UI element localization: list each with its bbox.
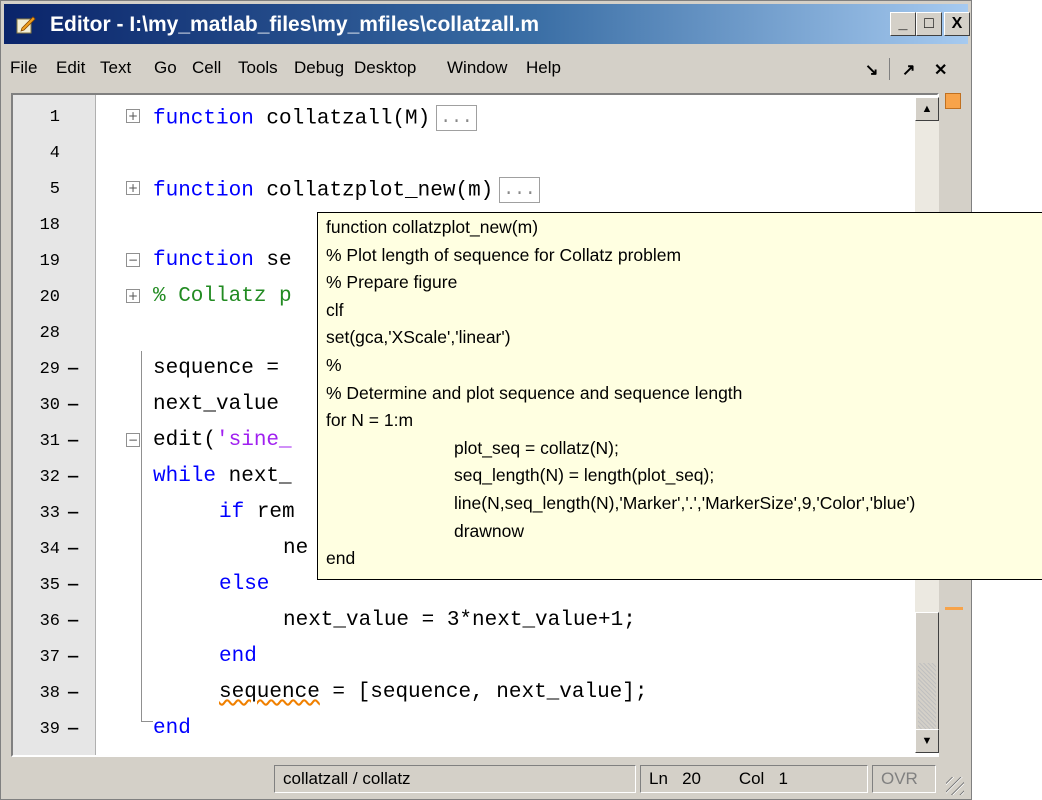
code-line-36[interactable]: next_value = 3*next_value+1; bbox=[283, 609, 636, 632]
breakpoint-marker[interactable]: — bbox=[68, 468, 78, 487]
tooltip-line: drawnow bbox=[454, 520, 525, 541]
status-bar: collatzall / collatz Ln 20 Col 1 OVR bbox=[4, 763, 968, 797]
fold-expand-icon[interactable]: + bbox=[126, 109, 140, 123]
line-number: 20 bbox=[39, 288, 60, 307]
window-title: Editor - I:\my_matlab_files\my_mfiles\co… bbox=[50, 13, 539, 36]
minimize-button[interactable]: _ bbox=[890, 12, 916, 36]
code-line-33[interactable]: if rem bbox=[219, 501, 295, 524]
fold-guide-end bbox=[141, 721, 153, 722]
fold-collapse-icon[interactable]: − bbox=[126, 253, 140, 267]
code-line-20[interactable]: % Collatz p bbox=[153, 285, 292, 308]
scroll-up-icon[interactable]: ▲ bbox=[915, 97, 939, 121]
mlint-underline: sequence bbox=[219, 681, 320, 704]
status-cursor-position: Ln 20 Col 1 bbox=[640, 765, 868, 793]
maximize-button[interactable]: □ bbox=[916, 12, 942, 36]
code-line-35[interactable]: else bbox=[219, 573, 269, 596]
code-line-31[interactable]: edit('sine_ bbox=[153, 429, 292, 452]
line-number: 35 bbox=[39, 576, 60, 595]
breakpoint-marker[interactable]: — bbox=[68, 684, 78, 703]
tooltip-line: line(N,seq_length(N),'Marker','.','Marke… bbox=[454, 493, 916, 513]
tooltip-line: seq_length(N) = length(plot_seq); bbox=[454, 465, 715, 486]
breakpoint-marker[interactable]: — bbox=[68, 720, 78, 739]
tooltip-line: plot_seq = collatz(N); bbox=[454, 437, 619, 458]
breakpoint-marker[interactable]: — bbox=[68, 576, 78, 595]
menu-tools[interactable]: Tools bbox=[238, 58, 278, 78]
line-number: 31 bbox=[39, 432, 60, 451]
code-line-5[interactable]: function collatzplot_new(m)... bbox=[153, 177, 540, 203]
breakpoint-marker[interactable]: — bbox=[68, 540, 78, 559]
close-document-icon[interactable]: ✕ bbox=[934, 60, 947, 80]
line-number: 29 bbox=[39, 360, 60, 379]
breakpoint-marker[interactable]: — bbox=[68, 360, 78, 379]
menu-cell[interactable]: Cell bbox=[192, 58, 221, 78]
code-line-39[interactable]: end bbox=[153, 717, 191, 740]
code-line-38[interactable]: sequence = [sequence, next_value]; bbox=[219, 681, 647, 704]
menu-help[interactable]: Help bbox=[526, 58, 561, 78]
line-number: 39 bbox=[39, 720, 60, 739]
line-number: 36 bbox=[39, 612, 60, 631]
menu-separator bbox=[889, 58, 890, 80]
line-number: 33 bbox=[39, 504, 60, 523]
menu-desktop[interactable]: Desktop bbox=[354, 58, 416, 78]
tooltip-line: % bbox=[326, 355, 342, 375]
status-context: collatzall / collatz bbox=[274, 765, 636, 793]
line-number: 28 bbox=[39, 324, 60, 343]
fold-expand-icon[interactable]: + bbox=[126, 289, 140, 303]
code-line-37[interactable]: end bbox=[219, 645, 257, 668]
resize-grip-icon[interactable] bbox=[946, 777, 964, 795]
mlint-status-indicator[interactable] bbox=[945, 93, 961, 109]
fold-guide bbox=[141, 351, 142, 721]
close-button[interactable]: X bbox=[944, 12, 970, 36]
mlint-warning-marker[interactable] bbox=[945, 607, 963, 610]
breakpoint-marker[interactable]: — bbox=[68, 396, 78, 415]
breakpoint-marker[interactable]: — bbox=[68, 612, 78, 631]
menu-bar: File Edit Text Go Cell Tools Debug Deskt… bbox=[4, 46, 968, 90]
breakpoint-marker[interactable]: — bbox=[68, 648, 78, 667]
line-number: 34 bbox=[39, 540, 60, 559]
folded-code-ellipsis[interactable]: ... bbox=[499, 177, 540, 203]
tooltip-line: function collatzplot_new(m) bbox=[326, 217, 539, 237]
tooltip-line: % Determine and plot sequence and sequen… bbox=[326, 382, 743, 403]
menu-go[interactable]: Go bbox=[154, 58, 177, 78]
line-number: 19 bbox=[39, 252, 60, 271]
code-line-32[interactable]: while next_ bbox=[153, 465, 292, 488]
breakpoint-marker[interactable]: — bbox=[68, 432, 78, 451]
menu-edit[interactable]: Edit bbox=[56, 58, 85, 78]
status-ovr: OVR bbox=[872, 765, 936, 793]
tooltip-line: end bbox=[326, 548, 356, 569]
menu-text[interactable]: Text bbox=[100, 58, 131, 78]
breakpoint-marker[interactable]: — bbox=[68, 504, 78, 523]
tooltip-line: set(gca,'XScale','linear') bbox=[326, 327, 511, 348]
function-preview-tooltip: function collatzplot_new(m) % Plot length… bbox=[317, 212, 1042, 580]
code-line-30[interactable]: next_value bbox=[153, 393, 292, 416]
fold-expand-icon[interactable]: + bbox=[126, 181, 140, 195]
line-number: 4 bbox=[49, 144, 60, 163]
line-number: 5 bbox=[49, 180, 60, 199]
editor-app-icon bbox=[16, 16, 36, 34]
tooltip-line: for N = 1:m bbox=[326, 410, 414, 431]
tooltip-line: % Plot length of sequence for Collatz pr… bbox=[326, 244, 682, 265]
menu-debug[interactable]: Debug bbox=[294, 58, 344, 78]
undock-icon[interactable]: ↗ bbox=[902, 60, 915, 80]
line-number: 1 bbox=[49, 108, 60, 127]
code-line-29[interactable]: sequence = bbox=[153, 357, 292, 380]
menu-file[interactable]: File bbox=[10, 58, 37, 78]
scroll-down-icon[interactable]: ▼ bbox=[915, 729, 939, 753]
line-number: 37 bbox=[39, 648, 60, 667]
fold-collapse-icon[interactable]: − bbox=[126, 433, 140, 447]
code-line-1[interactable]: function collatzall(M)... bbox=[153, 105, 477, 131]
code-line-34[interactable]: ne bbox=[283, 537, 308, 560]
line-number: 18 bbox=[39, 216, 60, 235]
line-number: 38 bbox=[39, 684, 60, 703]
tooltip-line: clf bbox=[326, 299, 344, 320]
tooltip-line: % Prepare figure bbox=[326, 272, 458, 293]
title-bar[interactable]: Editor - I:\my_matlab_files\my_mfiles\co… bbox=[4, 4, 970, 44]
folded-code-ellipsis[interactable]: ... bbox=[436, 105, 477, 131]
dock-icon[interactable]: ↘ bbox=[865, 60, 878, 80]
line-number: 30 bbox=[39, 396, 60, 415]
code-line-19[interactable]: function se bbox=[153, 249, 292, 272]
line-number: 32 bbox=[39, 468, 60, 487]
menu-window[interactable]: Window bbox=[447, 58, 507, 78]
